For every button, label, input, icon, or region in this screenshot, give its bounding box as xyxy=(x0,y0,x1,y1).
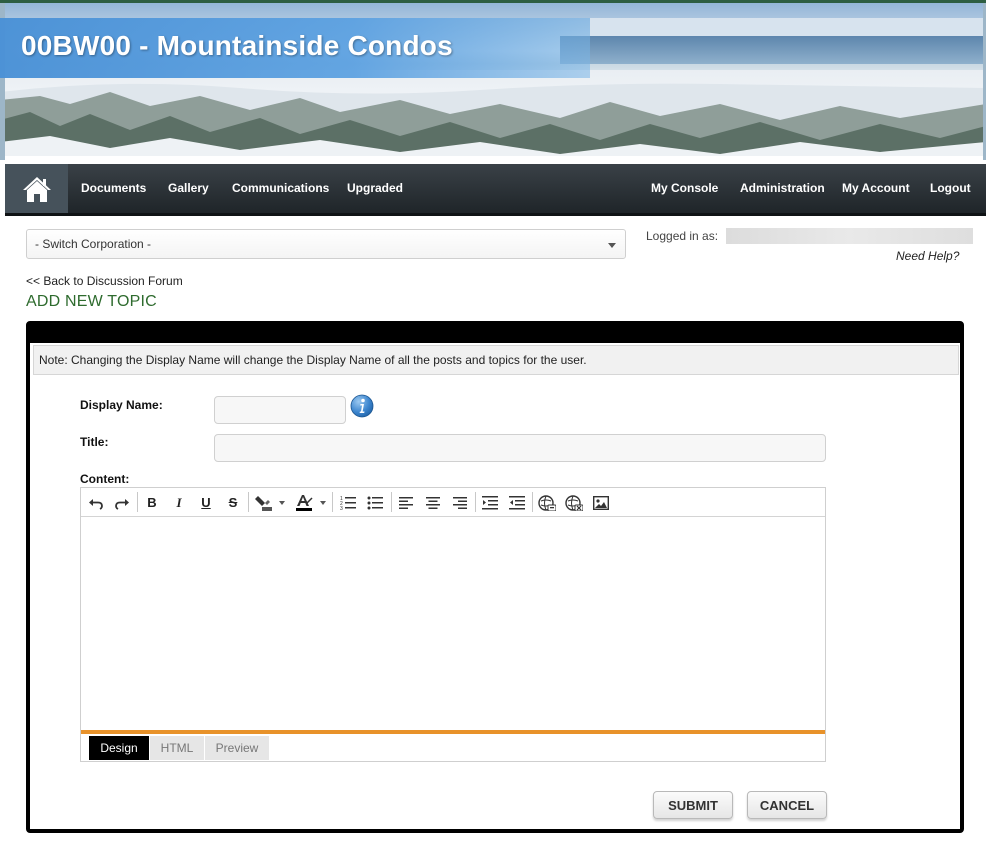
remove-link-icon[interactable] xyxy=(563,492,585,513)
header-banner: 00BW00 - Mountainside Condos xyxy=(0,0,986,160)
align-center-icon[interactable] xyxy=(422,492,444,513)
chevron-down-icon xyxy=(608,243,616,248)
svg-text:3: 3 xyxy=(340,506,343,511)
unordered-list-icon[interactable] xyxy=(364,492,386,513)
home-button[interactable] xyxy=(5,164,68,213)
content-editor-area[interactable] xyxy=(81,517,825,730)
font-color-icon[interactable] xyxy=(293,492,315,513)
need-help-link[interactable]: Need Help? xyxy=(896,249,959,263)
nav-my-account[interactable]: My Account xyxy=(842,164,910,213)
italic-icon[interactable]: I xyxy=(169,492,189,513)
insert-image-icon[interactable] xyxy=(590,492,612,513)
page-title: ADD NEW TOPIC xyxy=(26,293,157,310)
add-topic-form-panel: Note: Changing the Display Name will cha… xyxy=(26,321,964,833)
display-name-label: Display Name: xyxy=(80,398,163,412)
undo-icon[interactable] xyxy=(86,492,106,513)
logged-in-label: Logged in as: xyxy=(646,229,719,243)
nav-communications[interactable]: Communications xyxy=(232,164,329,213)
nav-documents[interactable]: Documents xyxy=(81,164,146,213)
tab-design[interactable]: Design xyxy=(89,736,149,760)
home-icon xyxy=(22,176,51,202)
nav-my-console[interactable]: My Console xyxy=(651,164,718,213)
align-right-icon[interactable] xyxy=(449,492,471,513)
main-navigation: Documents Gallery Communications Upgrade… xyxy=(5,164,986,216)
font-color-dropdown-icon[interactable] xyxy=(318,492,328,513)
switch-corporation-select[interactable]: - Switch Corporation - xyxy=(26,229,626,259)
nav-upgraded[interactable]: Upgraded xyxy=(347,164,403,213)
info-icon[interactable] xyxy=(350,394,374,418)
switch-corporation-value: - Switch Corporation - xyxy=(35,237,152,251)
editor-mode-tabs: Design HTML Preview xyxy=(81,734,825,761)
submit-button[interactable]: SUBMIT xyxy=(653,791,733,819)
nav-gallery[interactable]: Gallery xyxy=(168,164,209,213)
title-label: Title: xyxy=(80,435,109,449)
title-input[interactable] xyxy=(214,434,826,462)
content-label: Content: xyxy=(80,472,130,486)
tab-html[interactable]: HTML xyxy=(150,736,204,760)
insert-link-icon[interactable] xyxy=(536,492,558,513)
cancel-button[interactable]: CANCEL xyxy=(747,791,827,819)
strikethrough-icon[interactable]: S xyxy=(223,492,243,513)
ordered-list-icon[interactable]: 123 xyxy=(337,492,359,513)
highlight-dropdown-icon[interactable] xyxy=(277,492,287,513)
display-name-note: Note: Changing the Display Name will cha… xyxy=(33,345,959,375)
highlight-color-icon[interactable] xyxy=(253,492,275,513)
logged-in-username-redacted xyxy=(726,228,973,244)
back-to-forum-link[interactable]: << Back to Discussion Forum xyxy=(26,274,183,288)
nav-administration[interactable]: Administration xyxy=(740,164,825,213)
display-name-input[interactable] xyxy=(214,396,346,424)
site-title: 00BW00 - Mountainside Condos xyxy=(21,30,453,61)
outdent-icon[interactable] xyxy=(506,492,528,513)
underline-icon[interactable]: U xyxy=(196,492,216,513)
redo-icon[interactable] xyxy=(112,492,132,513)
tab-preview[interactable]: Preview xyxy=(205,736,269,760)
indent-icon[interactable] xyxy=(479,492,501,513)
rich-text-editor: B I U S 123 Design HTML Preview xyxy=(80,487,826,762)
bold-icon[interactable]: B xyxy=(142,492,162,513)
align-left-icon[interactable] xyxy=(395,492,417,513)
editor-toolbar: B I U S 123 xyxy=(81,488,825,517)
nav-logout[interactable]: Logout xyxy=(930,164,971,213)
